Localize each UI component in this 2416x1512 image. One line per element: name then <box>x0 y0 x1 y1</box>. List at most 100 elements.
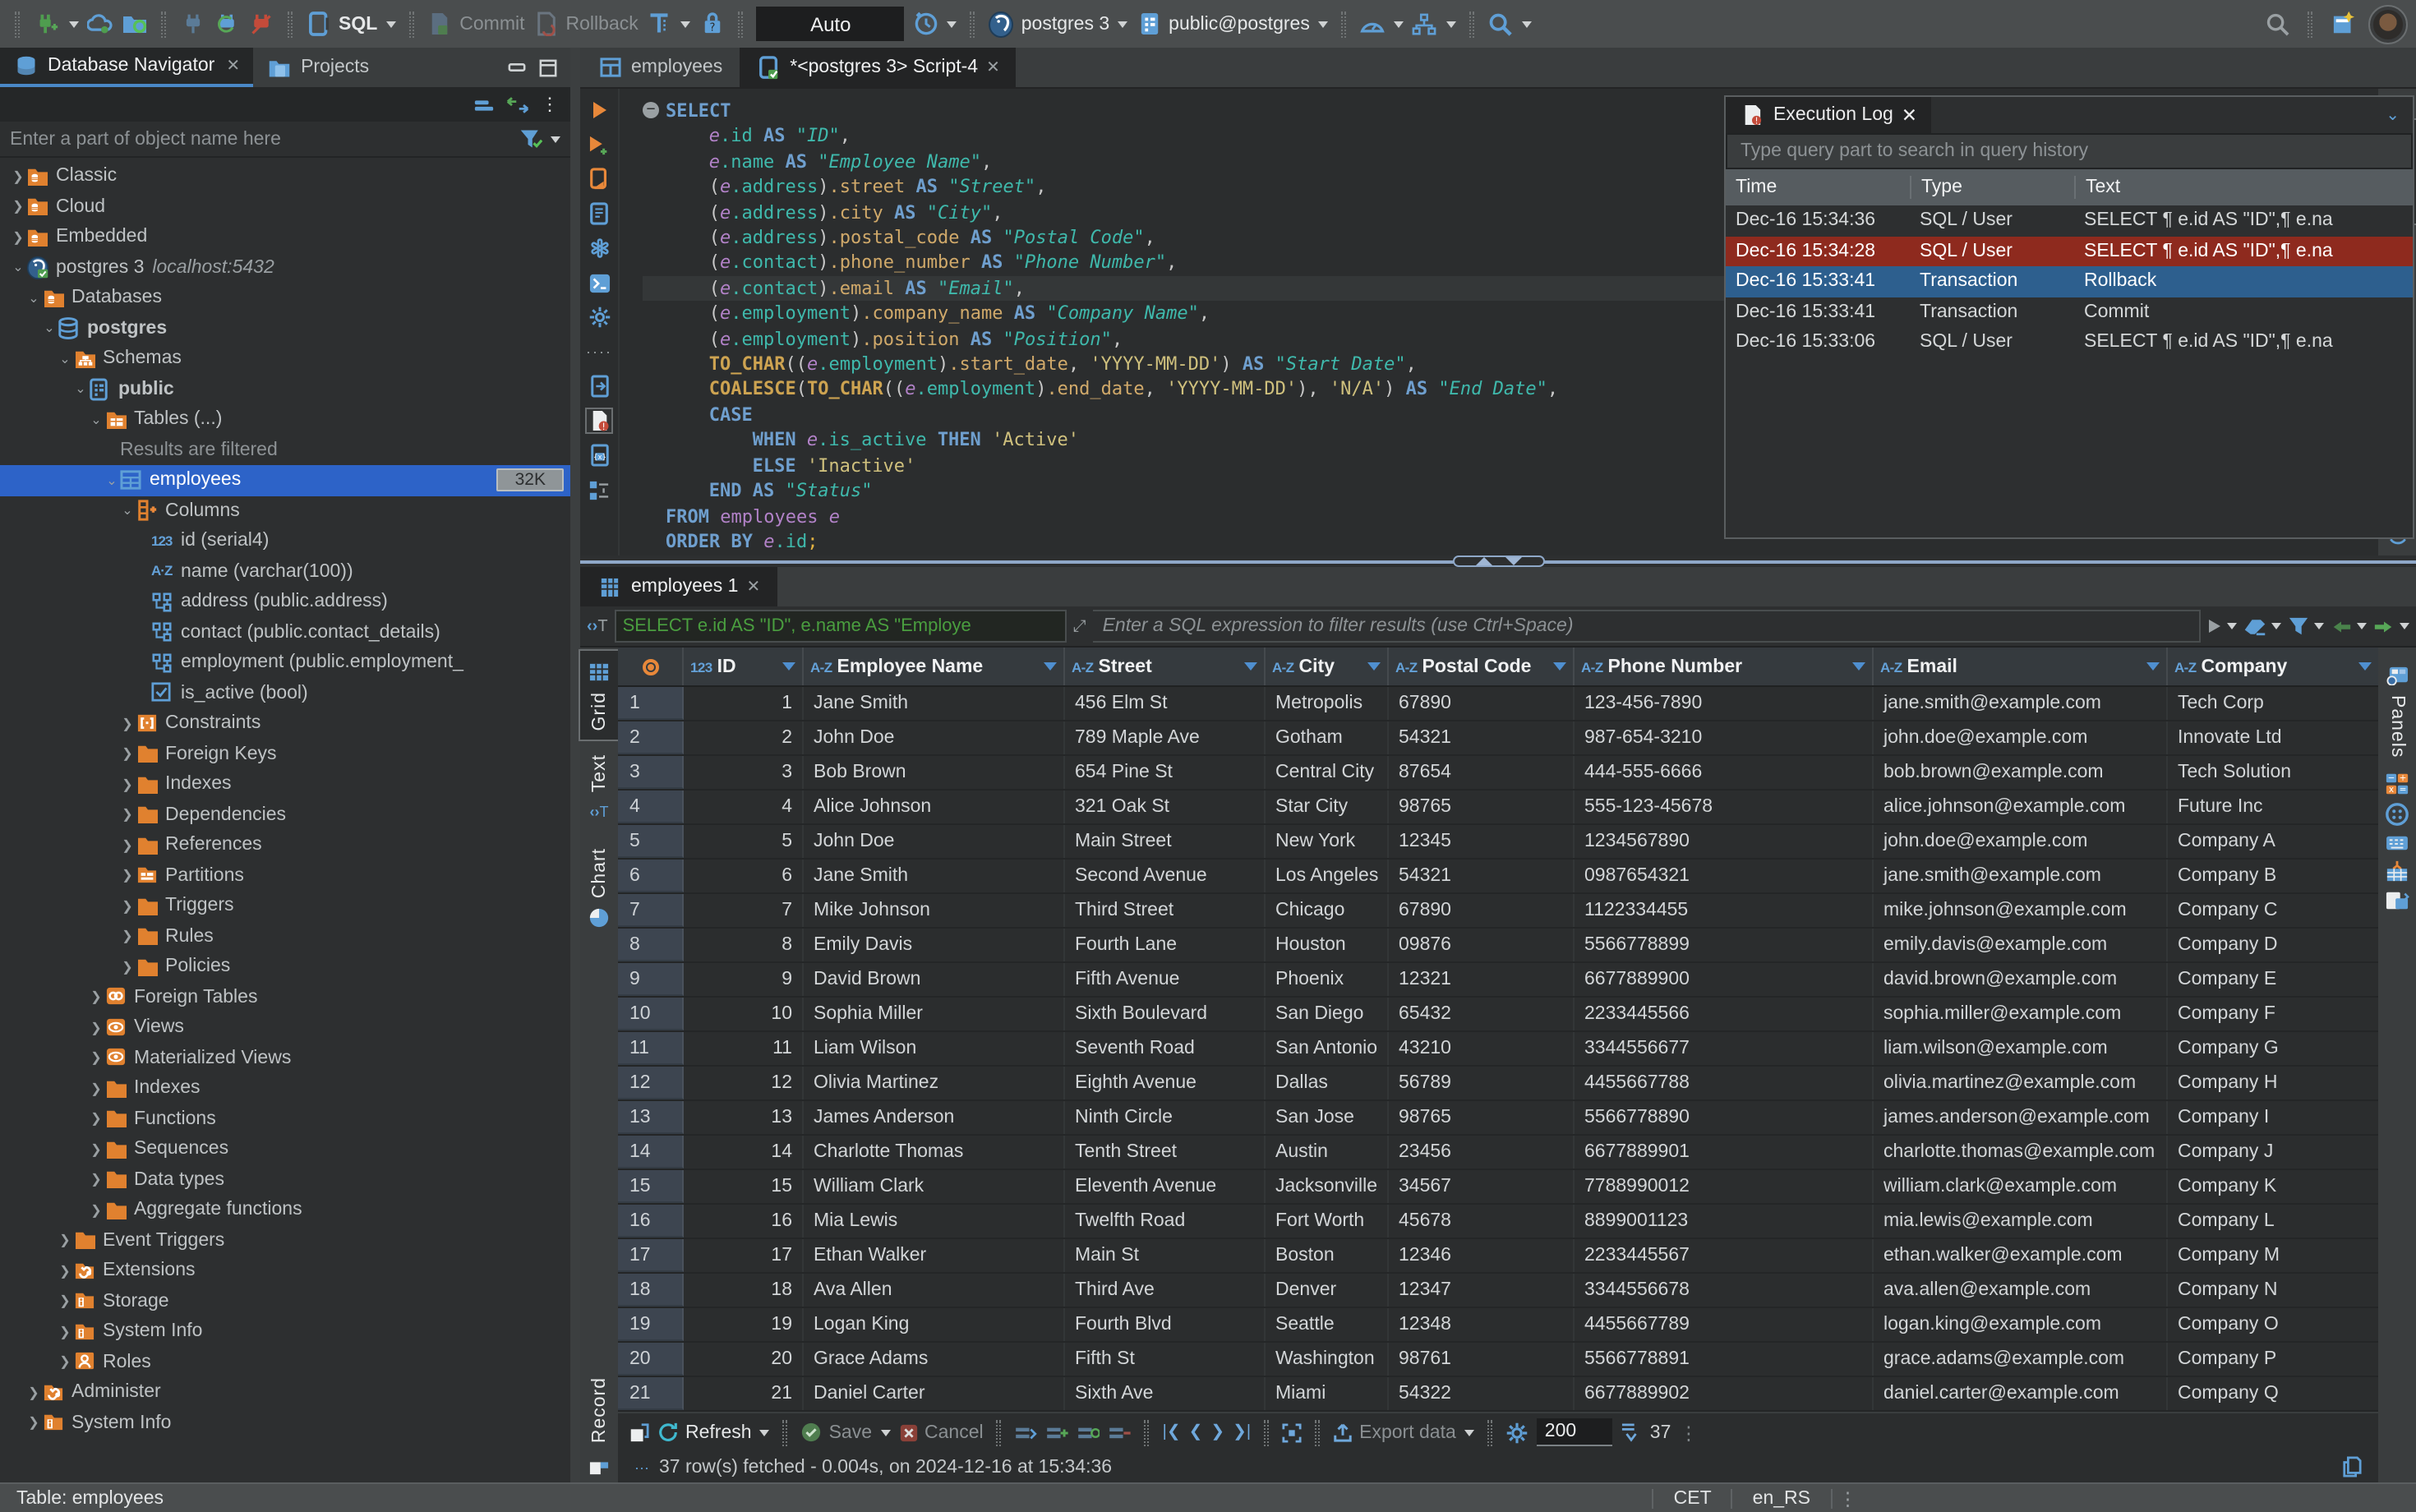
sort-caret-icon[interactable] <box>1852 662 1865 671</box>
chevron-right-icon[interactable]: ❯ <box>119 960 136 975</box>
next-row-icon[interactable]: ❯ <box>1210 1423 1224 1441</box>
apply-filter-icon[interactable] <box>2207 618 2222 634</box>
result-query-preview[interactable]: SELECT e.id AS "ID", e.name AS "Employe <box>614 610 1067 643</box>
cell-company[interactable]: Company O <box>2168 1308 2378 1341</box>
cell-id[interactable]: 4 <box>684 791 804 823</box>
connection-caret[interactable] <box>1118 21 1128 27</box>
splitter-down-icon[interactable] <box>1505 557 1521 565</box>
cell-company[interactable]: Tech Solution <box>2168 756 2378 789</box>
active-schema-select[interactable]: public@postgres <box>1136 11 1328 37</box>
collapse-all-icon[interactable] <box>473 98 495 111</box>
tree-item-name-varchar-100-[interactable]: A·Z name (varchar(100)) <box>0 556 570 587</box>
row-number[interactable]: 19 <box>618 1308 684 1341</box>
cell-street[interactable]: Fifth Avenue <box>1065 963 1266 996</box>
row-number[interactable]: 3 <box>618 756 684 789</box>
row-number[interactable]: 13 <box>618 1101 684 1134</box>
perspective-icon[interactable] <box>2331 11 2357 37</box>
cell-phone-number[interactable]: 987-654-3210 <box>1575 721 1874 754</box>
dashboard-button[interactable] <box>1359 11 1404 37</box>
delete-row-icon[interactable] <box>1109 1424 1132 1441</box>
cell-phone-number[interactable]: 444-555-6666 <box>1575 756 1874 789</box>
cell-city[interactable]: San Jose <box>1266 1101 1389 1134</box>
cell-email[interactable]: sophia.miller@example.com <box>1874 998 2168 1030</box>
chevron-right-icon[interactable]: ❯ <box>88 990 104 1005</box>
new-connection-caret[interactable] <box>69 21 79 27</box>
cell-email[interactable]: james.anderson@example.com <box>1874 1101 2168 1134</box>
file-error-icon[interactable]: ! <box>585 408 613 434</box>
cell-employee-name[interactable]: Jane Smith <box>804 687 1065 720</box>
search-caret[interactable] <box>1521 21 1532 27</box>
tree-item-storage[interactable]: ❯ Storage <box>0 1286 570 1316</box>
refresh-caret[interactable] <box>759 1429 770 1436</box>
tree-item-references[interactable]: ❯ References <box>0 830 570 860</box>
cell-employee-name[interactable]: Jane Smith <box>804 860 1065 892</box>
cell-employee-name[interactable]: Daniel Carter <box>804 1377 1065 1410</box>
cell-postal-code[interactable]: 43210 <box>1389 1032 1575 1065</box>
fold-marker-icon[interactable]: − <box>643 102 659 118</box>
cell-street[interactable]: Third Ave <box>1065 1274 1266 1307</box>
column-header-street[interactable]: A-Z Street <box>1065 648 1266 685</box>
cell-employee-name[interactable]: John Doe <box>804 825 1065 858</box>
column-header-phone-number[interactable]: A-Z Phone Number <box>1575 648 1874 685</box>
cell-email[interactable]: charlotte.thomas@example.com <box>1874 1136 2168 1169</box>
row-number[interactable]: 10 <box>618 998 684 1030</box>
cell-phone-number[interactable]: 6677889902 <box>1575 1377 1874 1410</box>
cell-email[interactable]: daniel.carter@example.com <box>1874 1377 2168 1410</box>
view-menu-icon[interactable]: ⋮ <box>541 94 560 115</box>
tree-item-aggregate-functions[interactable]: ❯ Aggregate functions <box>0 1195 570 1225</box>
table-row[interactable]: 21 21 Daniel Carter Sixth Ave Miami 54322 6677… <box>618 1377 2378 1412</box>
nav-forward-button[interactable] <box>2373 619 2409 634</box>
search-metadata-button[interactable] <box>1487 11 1532 37</box>
more-info-icon[interactable]: ··· <box>634 1459 649 1475</box>
grid-settings-icon[interactable] <box>1505 1421 1528 1444</box>
cell-id[interactable]: 13 <box>684 1101 804 1134</box>
editor-results-splitter[interactable] <box>580 555 2416 567</box>
cell-city[interactable]: Fort Worth <box>1266 1205 1389 1238</box>
cell-id[interactable]: 10 <box>684 998 804 1030</box>
tree-item-roles[interactable]: ❯ Roles <box>0 1347 570 1377</box>
tree-item-tables-[interactable]: ⌄ Tables (...) <box>0 404 570 435</box>
column-header-postal-code[interactable]: A-Z Postal Code <box>1389 648 1575 685</box>
navigator-filter[interactable]: Enter a part of object name here <box>0 122 570 158</box>
cell-phone-number[interactable]: 6677889901 <box>1575 1136 1874 1169</box>
row-number[interactable]: 2 <box>618 721 684 754</box>
cell-company[interactable]: Company A <box>2168 825 2378 858</box>
cell-street[interactable]: Third Street <box>1065 894 1266 927</box>
save-caret[interactable] <box>880 1429 890 1436</box>
tree-item-employees[interactable]: ⌄ employees 32K <box>0 465 570 496</box>
chevron-down-icon[interactable]: ⌄ <box>119 504 136 519</box>
cell-street[interactable]: Eighth Avenue <box>1065 1067 1266 1099</box>
tree-item-indexes[interactable]: ❯ Indexes <box>0 1073 570 1104</box>
cell-email[interactable]: grace.adams@example.com <box>1874 1343 2168 1376</box>
edit-row-icon[interactable] <box>1015 1424 1038 1441</box>
row-number[interactable]: 12 <box>618 1067 684 1099</box>
cell-company[interactable]: Company G <box>2168 1032 2378 1065</box>
refresh-button[interactable]: Refresh <box>657 1422 770 1443</box>
cell-phone-number[interactable]: 2233445566 <box>1575 998 1874 1030</box>
cell-email[interactable]: emily.davis@example.com <box>1874 929 2168 961</box>
execution-log-row[interactable]: Dec-16 15:34:28 SQL / User SELECT ¶ e.id A… <box>1726 236 2413 266</box>
transaction-caret[interactable] <box>680 21 691 27</box>
cell-phone-number[interactable]: 123-456-7890 <box>1575 687 1874 720</box>
cell-street[interactable]: Fourth Lane <box>1065 929 1266 961</box>
row-number[interactable]: 15 <box>618 1170 684 1203</box>
tree-item-triggers[interactable]: ❯ Triggers <box>0 891 570 921</box>
row-number[interactable]: 16 <box>618 1205 684 1238</box>
table-row[interactable]: 2 2 John Doe 789 Maple Ave Gotham 54321 987-65… <box>618 721 2378 756</box>
row-number[interactable]: 14 <box>618 1136 684 1169</box>
tab-sql-script[interactable]: *<postgres 3> Script-4 ✕ <box>739 48 1017 87</box>
tab-execution-log[interactable]: ! Execution Log ✕ <box>1726 97 1931 133</box>
cell-employee-name[interactable]: William Clark <box>804 1170 1065 1203</box>
tab-projects[interactable]: Projects <box>253 48 382 87</box>
file-vars-icon[interactable]: {x} <box>587 444 611 467</box>
cell-email[interactable]: william.clark@example.com <box>1874 1170 2168 1203</box>
tree-item-postgres[interactable]: ⌄ postgres <box>0 313 570 343</box>
cell-employee-name[interactable]: Charlotte Thomas <box>804 1136 1065 1169</box>
sort-caret-icon[interactable] <box>1244 662 1257 671</box>
cell-email[interactable]: ethan.walker@example.com <box>1874 1239 2168 1272</box>
chevron-right-icon[interactable]: ❯ <box>88 1051 104 1066</box>
cell-street[interactable]: Eleventh Avenue <box>1065 1170 1266 1203</box>
vertical-tab-panels[interactable]: Panels <box>2378 654 2416 766</box>
chevron-right-icon[interactable]: ❯ <box>88 1203 104 1218</box>
cloud-connection-icon[interactable] <box>87 11 113 37</box>
